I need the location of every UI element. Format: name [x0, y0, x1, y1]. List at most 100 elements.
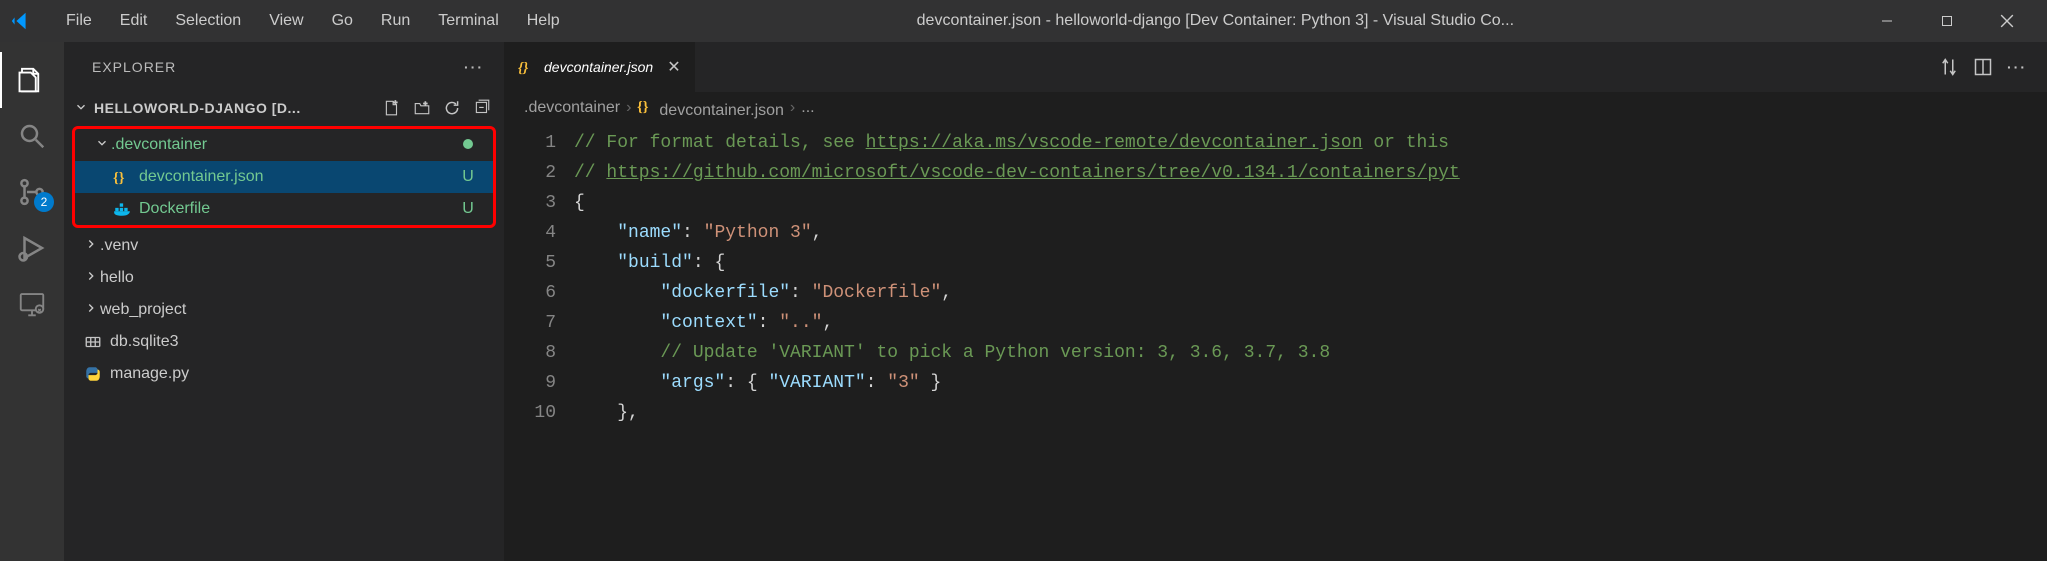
line-number: 2 — [504, 158, 556, 188]
tab-label: devcontainer.json — [544, 59, 653, 75]
breadcrumb-segment[interactable]: ... — [801, 99, 814, 117]
chevron-right-icon — [82, 269, 100, 288]
tree-item-label: db.sqlite3 — [110, 333, 488, 351]
svg-text:{}: {} — [113, 171, 125, 186]
minimize-button[interactable] — [1857, 0, 1917, 42]
file-manage-py[interactable]: manage.py — [64, 358, 504, 390]
db-icon — [82, 333, 104, 351]
chevron-right-icon: › — [626, 99, 631, 117]
window-controls — [1857, 0, 2037, 42]
tab-devcontainer-json[interactable]: {} devcontainer.json ✕ — [504, 42, 696, 92]
json-icon: {} — [637, 102, 655, 119]
sidebar-more-icon[interactable]: ··· — [464, 59, 484, 75]
tree-item-label: web_project — [100, 301, 488, 319]
chevron-right-icon: › — [790, 99, 795, 117]
chevron-right-icon — [82, 237, 100, 256]
code-line[interactable]: "build": { — [574, 248, 2047, 278]
editor-actions: ··· — [1919, 42, 2047, 92]
breadcrumb-segment[interactable]: .devcontainer — [524, 99, 620, 117]
code-line[interactable]: "name": "Python 3", — [574, 218, 2047, 248]
line-number: 10 — [504, 398, 556, 428]
file-Dockerfile[interactable]: DockerfileU — [75, 193, 493, 225]
highlight-annotation: .devcontainer{}devcontainer.jsonUDockerf… — [72, 126, 496, 228]
window-title: devcontainer.json - helloworld-django [D… — [574, 12, 1857, 30]
code-line[interactable]: // For format details, see https://aka.m… — [574, 128, 2047, 158]
git-status-badge: U — [459, 168, 477, 186]
split-editor-icon[interactable] — [1971, 55, 1995, 79]
menu-view[interactable]: View — [255, 6, 317, 36]
menu-help[interactable]: Help — [513, 6, 574, 36]
sidebar-header: EXPLORER ··· — [64, 42, 504, 92]
code-line[interactable]: "context": "..", — [574, 308, 2047, 338]
tree-item-label: .devcontainer — [111, 136, 459, 154]
code-area[interactable]: 12345678910 // For format details, see h… — [504, 124, 2047, 561]
menu-edit[interactable]: Edit — [106, 6, 162, 36]
sidebar: EXPLORER ··· HELLOWORLD-DJANGO [D... — [64, 42, 504, 561]
line-number: 9 — [504, 368, 556, 398]
vscode-logo-icon — [10, 10, 32, 32]
menu-run[interactable]: Run — [367, 6, 424, 36]
git-status-badge — [459, 136, 477, 154]
scm-badge: 2 — [34, 192, 54, 212]
menu-terminal[interactable]: Terminal — [424, 6, 512, 36]
code-line[interactable]: // https://github.com/microsoft/vscode-d… — [574, 158, 2047, 188]
maximize-button[interactable] — [1917, 0, 1977, 42]
tree-item-label: Dockerfile — [139, 200, 459, 218]
folder-web_project[interactable]: web_project — [64, 294, 504, 326]
section-title: HELLOWORLD-DJANGO [D... — [94, 100, 380, 116]
activity-search[interactable] — [0, 108, 64, 164]
line-number: 1 — [504, 128, 556, 158]
tab-bar: {} devcontainer.json ✕ ··· — [504, 42, 2047, 92]
docker-icon — [111, 200, 133, 218]
titlebar: FileEditSelectionViewGoRunTerminalHelp d… — [0, 0, 2047, 42]
chevron-down-icon — [74, 100, 88, 117]
file-db-sqlite3[interactable]: db.sqlite3 — [64, 326, 504, 358]
chevron-right-icon — [82, 301, 100, 320]
activity-source-control[interactable]: 2 — [0, 164, 64, 220]
refresh-icon[interactable] — [440, 96, 464, 120]
sidebar-title: EXPLORER — [92, 59, 176, 75]
json-icon: {} — [518, 58, 536, 76]
activity-remote[interactable] — [0, 276, 64, 332]
line-number: 3 — [504, 188, 556, 218]
code-line[interactable]: "args": { "VARIANT": "3" } — [574, 368, 2047, 398]
compare-changes-icon[interactable] — [1937, 55, 1961, 79]
git-status-badge: U — [459, 200, 477, 218]
code-line[interactable]: // Update 'VARIANT' to pick a Python ver… — [574, 338, 2047, 368]
new-file-icon[interactable] — [380, 96, 404, 120]
line-number: 5 — [504, 248, 556, 278]
close-button[interactable] — [1977, 0, 2037, 42]
code-content[interactable]: // For format details, see https://aka.m… — [574, 124, 2047, 561]
line-number: 4 — [504, 218, 556, 248]
menu-go[interactable]: Go — [318, 6, 367, 36]
new-folder-icon[interactable] — [410, 96, 434, 120]
file-tree: .devcontainer{}devcontainer.jsonUDockerf… — [64, 124, 504, 561]
tree-item-label: devcontainer.json — [139, 168, 459, 186]
svg-text:{}: {} — [518, 61, 528, 76]
editor-more-icon[interactable]: ··· — [2005, 55, 2029, 79]
file-devcontainer-json[interactable]: {} devcontainer.jsonU — [75, 161, 493, 193]
chevron-down-icon — [93, 136, 111, 155]
svg-text:{}: {} — [637, 99, 649, 114]
explorer-section-header[interactable]: HELLOWORLD-DJANGO [D... — [64, 92, 504, 124]
python-icon — [82, 365, 104, 383]
activity-explorer[interactable] — [0, 52, 64, 108]
menu-bar: FileEditSelectionViewGoRunTerminalHelp — [52, 6, 574, 36]
menu-selection[interactable]: Selection — [161, 6, 255, 36]
breadcrumb-segment[interactable]: {}devcontainer.json — [637, 97, 784, 120]
tab-close-icon[interactable]: ✕ — [667, 57, 680, 77]
activity-run-debug[interactable] — [0, 220, 64, 276]
json-icon: {} — [111, 168, 133, 186]
code-line[interactable]: "dockerfile": "Dockerfile", — [574, 278, 2047, 308]
activity-bar: 2 — [0, 42, 64, 561]
code-line[interactable]: }, — [574, 398, 2047, 428]
line-number-gutter: 12345678910 — [504, 124, 574, 561]
menu-file[interactable]: File — [52, 6, 106, 36]
code-line[interactable]: { — [574, 188, 2047, 218]
folder-hello[interactable]: hello — [64, 262, 504, 294]
folder-devcontainer[interactable]: .devcontainer — [75, 129, 493, 161]
tree-item-label: hello — [100, 269, 488, 287]
collapse-all-icon[interactable] — [470, 96, 494, 120]
breadcrumbs[interactable]: .devcontainer › {}devcontainer.json ›... — [504, 92, 2047, 124]
folder-venv[interactable]: .venv — [64, 230, 504, 262]
